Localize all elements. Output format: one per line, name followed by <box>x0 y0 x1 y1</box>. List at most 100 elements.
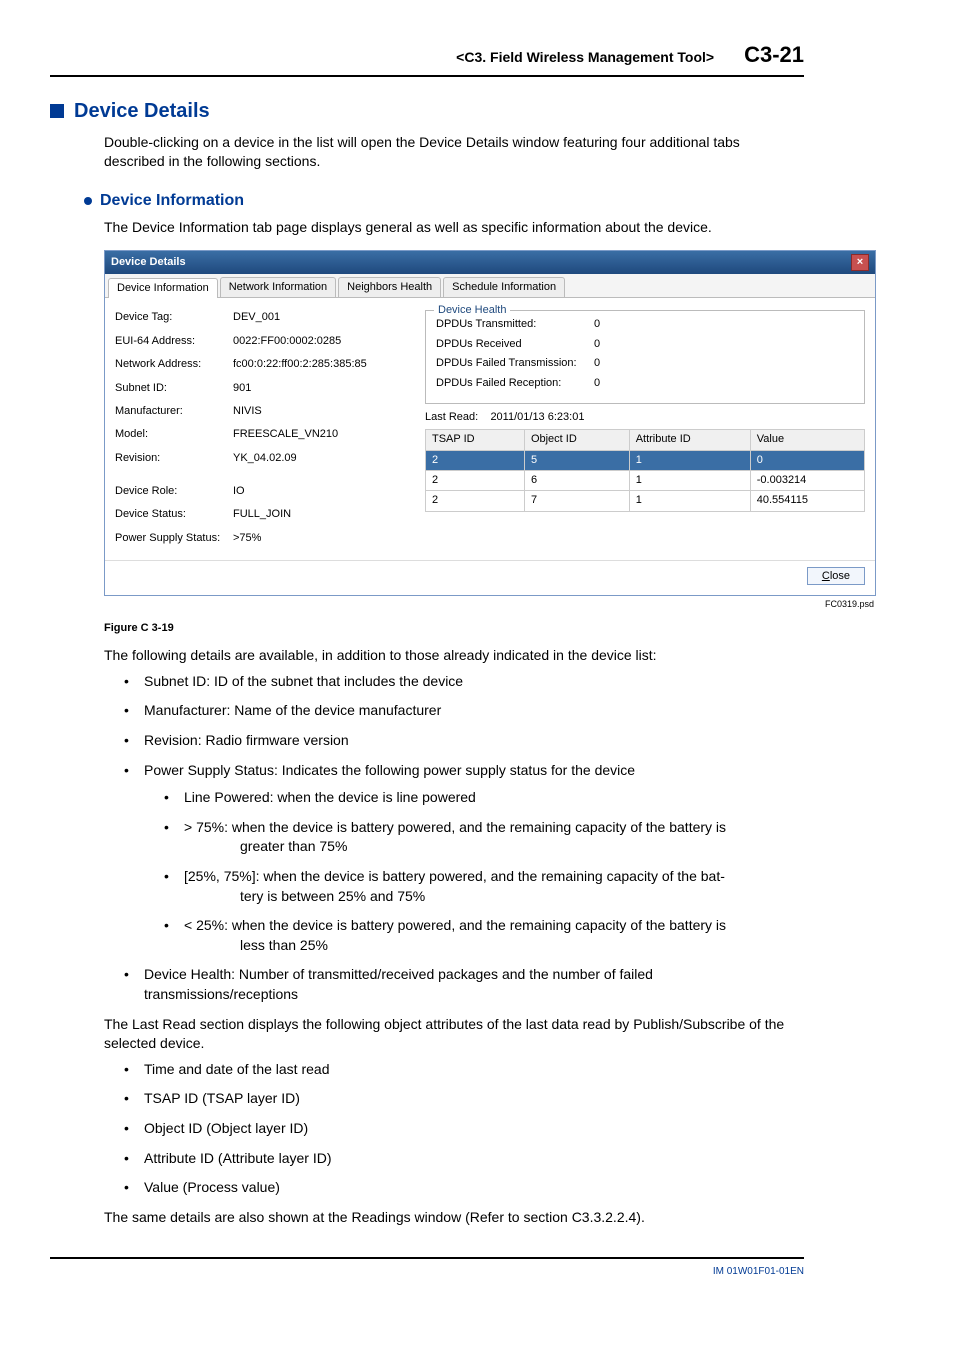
cell: -0.003214 <box>750 471 864 491</box>
cell: 1 <box>629 450 750 470</box>
last-read-grid[interactable]: TSAP ID Object ID Attribute ID Value 2 5… <box>425 429 865 512</box>
tab-device-information[interactable]: Device Information <box>108 278 218 298</box>
label-network-address: Network Address: <box>115 357 233 372</box>
square-bullet-icon <box>50 104 64 118</box>
tab-bar: Device Information Network Information N… <box>105 274 875 298</box>
window-footer: Close <box>105 560 875 595</box>
header-page-number: C3-21 <box>744 40 804 71</box>
cell: 0 <box>750 450 864 470</box>
cell: 6 <box>524 471 629 491</box>
page-footer: IM 01W01F01-01EN <box>50 1257 804 1279</box>
tab-neighbors-health[interactable]: Neighbors Health <box>338 277 441 297</box>
lastread-bullet-list: Time and date of the last read TSAP ID (… <box>124 1060 804 1198</box>
sub-item-cont: greater than 75% <box>184 837 804 857</box>
cell: 40.554115 <box>750 491 864 511</box>
sub-item-cont: tery is between 25% and 75% <box>184 887 804 907</box>
list-item: Attribute ID (Attribute layer ID) <box>124 1149 804 1169</box>
value-dpdus-rx: 0 <box>594 337 600 352</box>
grid-row[interactable]: 2 5 1 0 <box>426 450 865 470</box>
grid-header-row: TSAP ID Object ID Attribute ID Value <box>426 430 865 450</box>
cell: 7 <box>524 491 629 511</box>
sub-item: > 75%: when the device is battery powere… <box>164 818 804 857</box>
sub-item: < 25%: when the device is battery powere… <box>164 916 804 955</box>
details-bullet-list: Subnet ID: ID of the subnet that include… <box>124 672 804 1005</box>
cell: 1 <box>629 471 750 491</box>
intro-paragraph: Double-clicking on a device in the list … <box>104 133 804 172</box>
list-item-text: Power Supply Status: Indicates the follo… <box>144 762 635 778</box>
grid-row[interactable]: 2 7 1 40.554115 <box>426 491 865 511</box>
list-item: Value (Process value) <box>124 1178 804 1198</box>
label-device-status: Device Status: <box>115 507 233 522</box>
list-item: Time and date of the last read <box>124 1060 804 1080</box>
value-dpdus-failed-tx: 0 <box>594 356 600 371</box>
window-body: Device Tag:DEV_001 EUI-64 Address:0022:F… <box>105 298 875 560</box>
label-device-role: Device Role: <box>115 484 233 499</box>
value-eui: 0022:FF00:0002:0285 <box>233 334 341 349</box>
sub-item-line: < 25%: when the device is battery powere… <box>184 917 726 933</box>
list-item: Power Supply Status: Indicates the follo… <box>124 761 804 956</box>
value-dpdus-failed-rx: 0 <box>594 376 600 391</box>
sub-item-cont: less than 25% <box>184 936 804 956</box>
value-dpdus-tx: 0 <box>594 317 600 332</box>
cell: 2 <box>426 471 525 491</box>
cell: 2 <box>426 491 525 511</box>
col-objectid: Object ID <box>524 430 629 450</box>
label-dpdus-rx: DPDUs Received <box>436 337 594 352</box>
label-dpdus-tx: DPDUs Transmitted: <box>436 317 594 332</box>
paragraph-after-figure: The following details are available, in … <box>104 646 804 666</box>
label-device-tag: Device Tag: <box>115 310 233 325</box>
grid-row[interactable]: 2 6 1 -0.003214 <box>426 471 865 491</box>
cell: 1 <box>629 491 750 511</box>
cell: 2 <box>426 450 525 470</box>
sub-item: [25%, 75%]: when the device is battery p… <box>164 867 804 906</box>
header-section-title: <C3. Field Wireless Management Tool> <box>456 48 714 68</box>
h1-text: Device Details <box>74 97 210 125</box>
cell: 5 <box>524 450 629 470</box>
round-bullet-icon <box>84 197 92 205</box>
page-header: <C3. Field Wireless Management Tool> C3-… <box>50 40 804 77</box>
figure-caption: Figure C 3-19 <box>104 621 804 636</box>
col-value: Value <box>750 430 864 450</box>
label-dpdus-failed-rx: DPDUs Failed Reception: <box>436 376 594 391</box>
value-device-tag: DEV_001 <box>233 310 280 325</box>
value-device-status: FULL_JOIN <box>233 507 291 522</box>
label-power-supply-status: Power Supply Status: <box>115 531 233 546</box>
sub-item: Line Powered: when the device is line po… <box>164 788 804 808</box>
window-close-button[interactable]: × <box>851 254 869 271</box>
tab-network-information[interactable]: Network Information <box>220 277 336 297</box>
list-item: Revision: Radio firmware version <box>124 731 804 751</box>
label-subnet-id: Subnet ID: <box>115 381 233 396</box>
window-title-text: Device Details <box>111 255 186 270</box>
last-read-label: Last Read: <box>425 411 478 423</box>
list-item: TSAP ID (TSAP layer ID) <box>124 1089 804 1109</box>
label-manufacturer: Manufacturer: <box>115 404 233 419</box>
last-read-row: Last Read: 2011/01/13 6:23:01 <box>425 410 865 425</box>
heading-device-information: Device Information <box>84 190 804 212</box>
value-device-role: IO <box>233 484 245 499</box>
col-tsapid: TSAP ID <box>426 430 525 450</box>
device-details-window: Device Details × Device Information Netw… <box>104 250 876 596</box>
value-network-address: fc00:0:22:ff00:2:285:385:85 <box>233 357 367 372</box>
tab-schedule-information[interactable]: Schedule Information <box>443 277 565 297</box>
value-manufacturer: NIVIS <box>233 404 262 419</box>
right-column: Device Health DPDUs Transmitted:0 DPDUs … <box>425 310 865 554</box>
paragraph-lastread: The Last Read section displays the follo… <box>104 1015 804 1054</box>
sub-item-line: [25%, 75%]: when the device is battery p… <box>184 868 725 884</box>
last-read-timestamp: 2011/01/13 6:23:01 <box>490 411 584 423</box>
value-subnet-id: 901 <box>233 381 251 396</box>
figure-file-ref: FC0319.psd <box>104 598 874 611</box>
label-model: Model: <box>115 427 233 442</box>
window-titlebar: Device Details × <box>105 251 875 274</box>
label-dpdus-failed-tx: DPDUs Failed Transmission: <box>436 356 594 371</box>
paragraph-end: The same details are also shown at the R… <box>104 1208 804 1228</box>
sub-intro-paragraph: The Device Information tab page displays… <box>104 218 804 238</box>
device-health-title: Device Health <box>434 303 510 318</box>
close-button[interactable]: Close <box>807 567 865 585</box>
col-attributeid: Attribute ID <box>629 430 750 450</box>
h2-text: Device Information <box>100 190 244 212</box>
power-sublist: Line Powered: when the device is line po… <box>164 788 804 955</box>
heading-device-details: Device Details <box>50 97 804 125</box>
sub-item-line: > 75%: when the device is battery powere… <box>184 819 726 835</box>
value-revision: YK_04.02.09 <box>233 451 297 466</box>
list-item: Object ID (Object layer ID) <box>124 1119 804 1139</box>
